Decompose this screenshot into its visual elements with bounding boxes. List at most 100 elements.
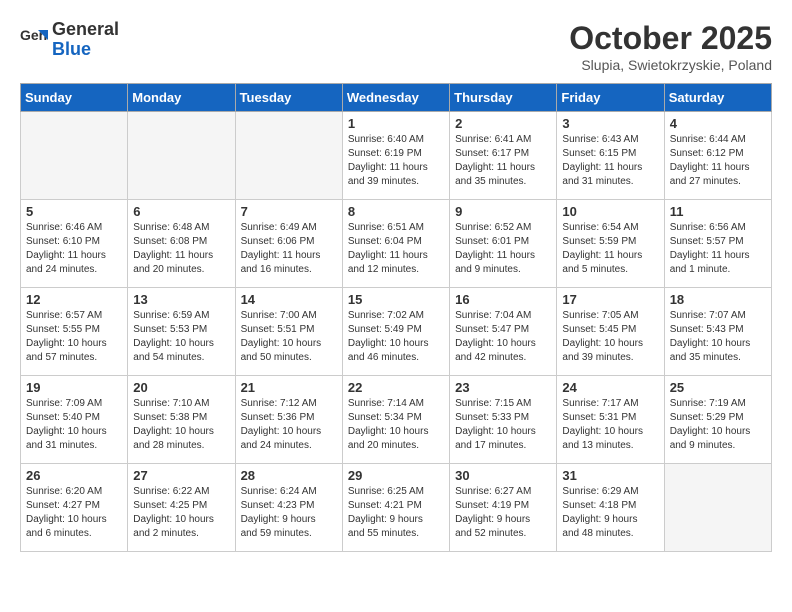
weekday-header-row: SundayMondayTuesdayWednesdayThursdayFrid… (21, 84, 772, 112)
day-info: Sunrise: 6:46 AM Sunset: 6:10 PM Dayligh… (26, 221, 122, 277)
day-number: 26 (26, 468, 122, 483)
calendar-cell: 4 Sunrise: 6:44 AM Sunset: 6:12 PM Daylig… (664, 112, 771, 200)
day-number: 18 (670, 292, 766, 307)
day-number: 1 (348, 116, 444, 131)
day-info: Sunrise: 7:00 AM Sunset: 5:51 PM Dayligh… (241, 309, 337, 365)
day-number: 13 (133, 292, 229, 307)
calendar-cell (21, 112, 128, 200)
logo-blue-text: Blue (52, 40, 119, 60)
week-row-3: 12 Sunrise: 6:57 AM Sunset: 5:55 PM Dayli… (21, 288, 772, 376)
day-info: Sunrise: 7:05 AM Sunset: 5:45 PM Dayligh… (562, 309, 658, 365)
day-info: Sunrise: 6:57 AM Sunset: 5:55 PM Dayligh… (26, 309, 122, 365)
calendar-cell: 11Sunrise: 6:56 AM Sunset: 5:57 PM Dayli… (664, 200, 771, 288)
day-number: 20 (133, 380, 229, 395)
calendar-cell: 14 Sunrise: 7:00 AM Sunset: 5:51 PM Dayli… (235, 288, 342, 376)
day-info: Sunrise: 7:02 AM Sunset: 5:49 PM Dayligh… (348, 309, 444, 365)
calendar-cell: 3 Sunrise: 6:43 AM Sunset: 6:15 PM Daylig… (557, 112, 664, 200)
week-row-5: 26 Sunrise: 6:20 AM Sunset: 4:27 PM Dayli… (21, 464, 772, 552)
day-number: 23 (455, 380, 551, 395)
calendar-cell: 2 Sunrise: 6:41 AM Sunset: 6:17 PM Daylig… (450, 112, 557, 200)
calendar-cell: 23Sunrise: 7:15 AM Sunset: 5:33 PM Dayli… (450, 376, 557, 464)
day-number: 17 (562, 292, 658, 307)
calendar-cell: 6Sunrise: 6:48 AM Sunset: 6:08 PM Daylig… (128, 200, 235, 288)
calendar-cell: 25 Sunrise: 7:19 AM Sunset: 5:29 PM Dayli… (664, 376, 771, 464)
day-info: Sunrise: 6:20 AM Sunset: 4:27 PM Dayligh… (26, 485, 122, 541)
day-info: Sunrise: 6:49 AM Sunset: 6:06 PM Dayligh… (241, 221, 337, 277)
calendar-table: SundayMondayTuesdayWednesdayThursdayFrid… (20, 83, 772, 552)
day-info: Sunrise: 7:07 AM Sunset: 5:43 PM Dayligh… (670, 309, 766, 365)
day-number: 16 (455, 292, 551, 307)
calendar-cell: 17 Sunrise: 7:05 AM Sunset: 5:45 PM Dayli… (557, 288, 664, 376)
calendar-cell (235, 112, 342, 200)
day-number: 15 (348, 292, 444, 307)
day-info: Sunrise: 6:43 AM Sunset: 6:15 PM Dayligh… (562, 133, 658, 189)
day-number: 25 (670, 380, 766, 395)
day-number: 14 (241, 292, 337, 307)
day-info: Sunrise: 7:19 AM Sunset: 5:29 PM Dayligh… (670, 397, 766, 453)
calendar-cell: 30 Sunrise: 6:27 AM Sunset: 4:19 PM Dayli… (450, 464, 557, 552)
day-number: 4 (670, 116, 766, 131)
weekday-header-monday: Monday (128, 84, 235, 112)
page-header: Gen General Blue October 2025 Slupia, Sw… (20, 20, 772, 73)
weekday-header-friday: Friday (557, 84, 664, 112)
day-info: Sunrise: 7:09 AM Sunset: 5:40 PM Dayligh… (26, 397, 122, 453)
week-row-4: 19 Sunrise: 7:09 AM Sunset: 5:40 PM Dayli… (21, 376, 772, 464)
week-row-2: 5Sunrise: 6:46 AM Sunset: 6:10 PM Daylig… (21, 200, 772, 288)
calendar-cell: 20 Sunrise: 7:10 AM Sunset: 5:38 PM Dayli… (128, 376, 235, 464)
day-number: 31 (562, 468, 658, 483)
day-info: Sunrise: 6:40 AM Sunset: 6:19 PM Dayligh… (348, 133, 444, 189)
calendar-cell: 8 Sunrise: 6:51 AM Sunset: 6:04 PM Daylig… (342, 200, 449, 288)
weekday-header-tuesday: Tuesday (235, 84, 342, 112)
day-number: 10 (562, 204, 658, 219)
calendar-cell: 10 Sunrise: 6:54 AM Sunset: 5:59 PM Dayli… (557, 200, 664, 288)
calendar-cell: 21Sunrise: 7:12 AM Sunset: 5:36 PM Dayli… (235, 376, 342, 464)
calendar-cell: 19 Sunrise: 7:09 AM Sunset: 5:40 PM Dayli… (21, 376, 128, 464)
day-info: Sunrise: 6:51 AM Sunset: 6:04 PM Dayligh… (348, 221, 444, 277)
day-info: Sunrise: 7:10 AM Sunset: 5:38 PM Dayligh… (133, 397, 229, 453)
weekday-header-saturday: Saturday (664, 84, 771, 112)
calendar-cell: 13 Sunrise: 6:59 AM Sunset: 5:53 PM Dayli… (128, 288, 235, 376)
day-number: 3 (562, 116, 658, 131)
day-number: 22 (348, 380, 444, 395)
weekday-header-sunday: Sunday (21, 84, 128, 112)
day-info: Sunrise: 6:22 AM Sunset: 4:25 PM Dayligh… (133, 485, 229, 541)
day-number: 2 (455, 116, 551, 131)
weekday-header-wednesday: Wednesday (342, 84, 449, 112)
day-number: 7 (241, 204, 337, 219)
day-info: Sunrise: 7:12 AM Sunset: 5:36 PM Dayligh… (241, 397, 337, 453)
calendar-cell: 18 Sunrise: 7:07 AM Sunset: 5:43 PM Dayli… (664, 288, 771, 376)
day-info: Sunrise: 6:54 AM Sunset: 5:59 PM Dayligh… (562, 221, 658, 277)
calendar-cell (128, 112, 235, 200)
month-title: October 2025 (569, 20, 772, 57)
logo-icon: Gen (20, 26, 48, 54)
calendar-cell: 12 Sunrise: 6:57 AM Sunset: 5:55 PM Dayli… (21, 288, 128, 376)
day-info: Sunrise: 6:27 AM Sunset: 4:19 PM Dayligh… (455, 485, 551, 541)
logo: Gen General Blue (20, 20, 119, 60)
day-info: Sunrise: 7:17 AM Sunset: 5:31 PM Dayligh… (562, 397, 658, 453)
day-number: 19 (26, 380, 122, 395)
weekday-header-thursday: Thursday (450, 84, 557, 112)
calendar-cell: 31 Sunrise: 6:29 AM Sunset: 4:18 PM Dayli… (557, 464, 664, 552)
calendar-cell: 29Sunrise: 6:25 AM Sunset: 4:21 PM Dayli… (342, 464, 449, 552)
day-number: 8 (348, 204, 444, 219)
calendar-cell: 15 Sunrise: 7:02 AM Sunset: 5:49 PM Dayli… (342, 288, 449, 376)
day-info: Sunrise: 6:25 AM Sunset: 4:21 PM Dayligh… (348, 485, 444, 541)
day-info: Sunrise: 6:29 AM Sunset: 4:18 PM Dayligh… (562, 485, 658, 541)
calendar-cell: 7 Sunrise: 6:49 AM Sunset: 6:06 PM Daylig… (235, 200, 342, 288)
day-info: Sunrise: 7:04 AM Sunset: 5:47 PM Dayligh… (455, 309, 551, 365)
day-number: 12 (26, 292, 122, 307)
day-number: 30 (455, 468, 551, 483)
calendar-cell: 26 Sunrise: 6:20 AM Sunset: 4:27 PM Dayli… (21, 464, 128, 552)
calendar-cell: 27Sunrise: 6:22 AM Sunset: 4:25 PM Dayli… (128, 464, 235, 552)
day-info: Sunrise: 6:52 AM Sunset: 6:01 PM Dayligh… (455, 221, 551, 277)
calendar-cell (664, 464, 771, 552)
day-number: 28 (241, 468, 337, 483)
calendar-cell: 24 Sunrise: 7:17 AM Sunset: 5:31 PM Dayli… (557, 376, 664, 464)
calendar-cell: 5Sunrise: 6:46 AM Sunset: 6:10 PM Daylig… (21, 200, 128, 288)
day-number: 24 (562, 380, 658, 395)
day-info: Sunrise: 6:41 AM Sunset: 6:17 PM Dayligh… (455, 133, 551, 189)
calendar-cell: 1 Sunrise: 6:40 AM Sunset: 6:19 PM Daylig… (342, 112, 449, 200)
title-block: October 2025 Slupia, Swietokrzyskie, Pol… (569, 20, 772, 73)
day-info: Sunrise: 6:59 AM Sunset: 5:53 PM Dayligh… (133, 309, 229, 365)
day-info: Sunrise: 6:44 AM Sunset: 6:12 PM Dayligh… (670, 133, 766, 189)
